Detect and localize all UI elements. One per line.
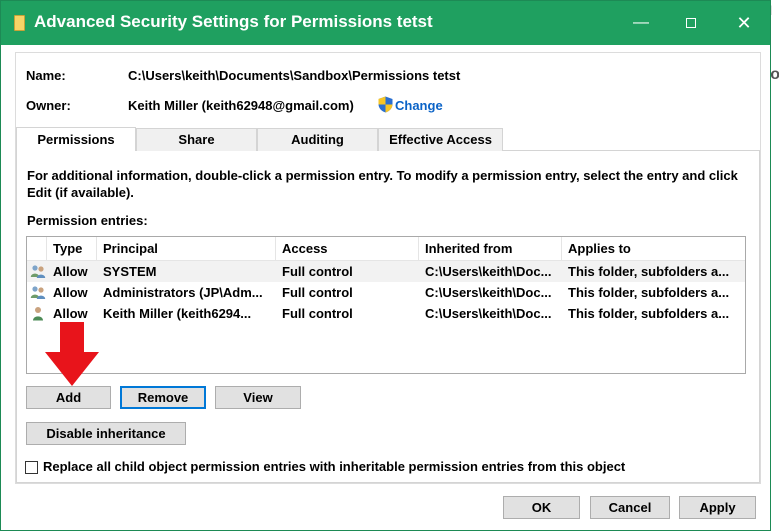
entry-type: Allow <box>53 285 88 300</box>
owner-label: Owner: <box>26 98 71 113</box>
entry-access: Full control <box>282 306 353 321</box>
red-arrow-annotation-icon <box>45 322 99 386</box>
view-button[interactable]: View <box>215 386 301 409</box>
add-button[interactable]: Add <box>26 386 111 409</box>
list-header: Type Principal Access Inherited from App… <box>27 237 745 261</box>
name-label: Name: <box>26 68 66 83</box>
change-owner-link[interactable]: Change <box>395 98 443 113</box>
permission-entries-list[interactable]: Type Principal Access Inherited from App… <box>26 236 746 374</box>
tab-bar: Permissions Share Auditing Effective Acc… <box>16 127 760 151</box>
column-header-principal[interactable]: Principal <box>97 237 276 261</box>
entry-type: Allow <box>53 264 88 279</box>
column-header-applies-to[interactable]: Applies to <box>562 237 745 261</box>
group-users-icon <box>30 265 46 278</box>
ok-button[interactable]: OK <box>503 496 580 519</box>
entry-applies-to: This folder, subfolders a... <box>568 306 730 321</box>
table-row[interactable]: Allow SYSTEM Full control C:\Users\keith… <box>27 261 745 282</box>
permission-entries-label: Permission entries: <box>27 213 148 228</box>
minimize-button[interactable]: — <box>627 9 655 37</box>
uac-shield-icon <box>378 96 393 113</box>
owner-value: Keith Miller (keith62948@gmail.com) <box>128 98 354 113</box>
group-users-icon <box>30 286 46 299</box>
table-row[interactable]: Allow Administrators (JP\Adm... Full con… <box>27 282 745 303</box>
folder-icon <box>14 15 25 31</box>
replace-child-permissions-label[interactable]: Replace all child object permission entr… <box>43 459 625 474</box>
tab-auditing[interactable]: Auditing <box>257 128 378 151</box>
entry-principal: Administrators (JP\Adm... <box>103 285 263 300</box>
close-button[interactable]: ✕ <box>730 9 758 37</box>
column-header-type[interactable]: Type <box>47 237 97 261</box>
instructions-text: For additional information, double-click… <box>27 168 738 200</box>
entry-principal: Keith Miller (keith6294... <box>103 306 252 321</box>
tab-effective-access[interactable]: Effective Access <box>378 128 503 151</box>
apply-button[interactable]: Apply <box>679 496 756 519</box>
entry-access: Full control <box>282 285 353 300</box>
window-title: Advanced Security Settings for Permissio… <box>34 12 433 31</box>
column-header-icon[interactable] <box>27 237 47 261</box>
maximize-icon <box>686 17 696 28</box>
tab-share[interactable]: Share <box>136 128 257 151</box>
column-header-inherited-from[interactable]: Inherited from <box>419 237 562 261</box>
entry-inherited-from: C:\Users\keith\Doc... <box>425 285 552 300</box>
name-value: C:\Users\keith\Documents\Sandbox\Permiss… <box>128 68 461 83</box>
entry-principal: SYSTEM <box>103 264 157 279</box>
entry-inherited-from: C:\Users\keith\Doc... <box>425 306 552 321</box>
tab-permissions[interactable]: Permissions <box>16 127 136 151</box>
cancel-button[interactable]: Cancel <box>590 496 670 519</box>
entry-applies-to: This folder, subfolders a... <box>568 264 730 279</box>
title-bar[interactable]: Advanced Security Settings for Permissio… <box>1 1 770 45</box>
table-row[interactable]: Allow Keith Miller (keith6294... Full co… <box>27 303 745 324</box>
remove-button[interactable]: Remove <box>120 386 206 409</box>
replace-child-permissions-checkbox[interactable] <box>25 461 38 474</box>
maximize-button[interactable] <box>677 9 705 37</box>
disable-inheritance-button[interactable]: Disable inheritance <box>26 422 186 445</box>
column-header-access[interactable]: Access <box>276 237 419 261</box>
user-icon <box>33 307 43 321</box>
entry-applies-to: This folder, subfolders a... <box>568 285 730 300</box>
entry-type: Allow <box>53 306 88 321</box>
entry-access: Full control <box>282 264 353 279</box>
entry-inherited-from: C:\Users\keith\Doc... <box>425 264 552 279</box>
